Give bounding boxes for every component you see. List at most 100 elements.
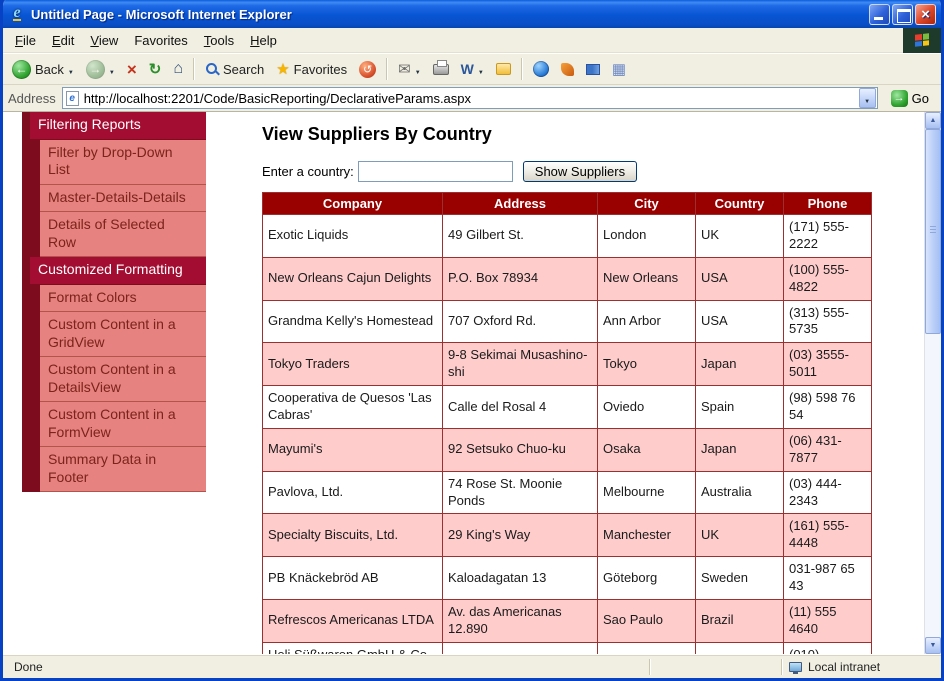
back-icon	[12, 60, 31, 79]
show-suppliers-button[interactable]: Show Suppliers	[523, 161, 637, 182]
cell-country: USA	[696, 257, 784, 300]
cell-country: Japan	[696, 343, 784, 386]
table-row: Exotic Liquids49 Gilbert St.LondonUK(171…	[263, 215, 872, 258]
links-button[interactable]	[607, 57, 631, 81]
cell-phone: (98) 598 76 54	[784, 386, 872, 429]
mail-button[interactable]	[393, 57, 426, 81]
cell-company: Exotic Liquids	[263, 215, 443, 258]
cell-city: Sao Paulo	[598, 600, 696, 643]
table-row: Specialty Biscuits, Ltd.29 King's WayMan…	[263, 514, 872, 557]
cell-country: UK	[696, 215, 784, 258]
cell-city: Manchester	[598, 514, 696, 557]
scroll-up-button[interactable]	[925, 112, 941, 129]
sidebar-item-master-details-details[interactable]: Master-Details-Details	[40, 185, 206, 213]
refresh-button[interactable]	[144, 57, 167, 81]
edit-dropdown-icon[interactable]	[478, 62, 484, 77]
home-button[interactable]	[168, 57, 188, 81]
favorites-label: Favorites	[294, 62, 347, 77]
favorites-button[interactable]: Favorites	[271, 57, 352, 81]
search-label: Search	[223, 62, 264, 77]
back-dropdown-icon[interactable]	[68, 62, 74, 77]
menu-edit[interactable]: Edit	[44, 30, 82, 51]
cell-country: Sweden	[696, 557, 784, 600]
vertical-scrollbar[interactable]	[924, 112, 941, 654]
cell-phone: (100) 555-4822	[784, 257, 872, 300]
msn-button[interactable]	[528, 58, 554, 80]
forward-button[interactable]	[81, 57, 120, 82]
sidebar-item-format-colors[interactable]: Format Colors	[40, 285, 206, 313]
menu-favorites[interactable]: Favorites	[126, 30, 195, 51]
globe-icon	[533, 61, 549, 77]
menu-help[interactable]: Help	[242, 30, 285, 51]
security-zone: Local intranet	[783, 658, 938, 676]
country-label: Enter a country:	[262, 164, 354, 179]
sidebar-section-filtering-reports[interactable]: Filtering Reports	[30, 112, 206, 140]
sidebar-item-filter-by-drop-down-list[interactable]: Filter by Drop-Down List	[40, 140, 206, 185]
print-icon	[433, 64, 449, 75]
minimize-button[interactable]	[869, 4, 890, 25]
sidebar-item-custom-content-in-a-formview[interactable]: Custom Content in a FormView	[40, 402, 206, 447]
window-title: Untitled Page - Microsoft Internet Explo…	[31, 7, 292, 22]
scrollbar-thumb[interactable]	[925, 129, 941, 334]
refresh-icon	[149, 60, 162, 78]
sidebar-item-details-of-selected-row[interactable]: Details of Selected Row	[40, 212, 206, 257]
toolbar-separator	[521, 58, 523, 80]
toolbar-separator	[193, 58, 195, 80]
cell-city: New Orleans	[598, 257, 696, 300]
page-favicon-icon	[66, 91, 79, 106]
search-button[interactable]: Search	[200, 59, 269, 80]
edit-with-word-button[interactable]: W	[456, 58, 489, 80]
messenger-button[interactable]	[581, 61, 605, 78]
cell-address: P.O. Box 78934	[443, 257, 598, 300]
cell-city: Berlin	[598, 642, 696, 654]
status-text: Done	[6, 658, 649, 676]
cell-city: Oviedo	[598, 386, 696, 429]
cell-address: 29 King's Way	[443, 514, 598, 557]
cell-company: Tokyo Traders	[263, 343, 443, 386]
cell-city: Tokyo	[598, 343, 696, 386]
mail-dropdown-icon[interactable]	[415, 62, 421, 77]
cell-phone: (03) 444-2343	[784, 471, 872, 514]
print-button[interactable]	[428, 61, 454, 78]
sidebar-item-custom-content-in-a-gridview[interactable]: Custom Content in a GridView	[40, 312, 206, 357]
cell-company: Specialty Biscuits, Ltd.	[263, 514, 443, 557]
cell-address: Av. das Americanas 12.890	[443, 600, 598, 643]
sidebar-section-customized-formatting[interactable]: Customized Formatting	[30, 257, 206, 285]
ie-logo-icon	[8, 5, 26, 23]
table-row: Pavlova, Ltd.74 Rose St. Moonie PondsMel…	[263, 471, 872, 514]
close-button[interactable]	[915, 4, 936, 25]
sidebar-item-custom-content-in-a-detailsview[interactable]: Custom Content in a DetailsView	[40, 357, 206, 402]
cell-phone: (03) 3555-5011	[784, 343, 872, 386]
go-button[interactable]: Go	[884, 88, 936, 109]
table-row: Tokyo Traders9-8 Sekimai Musashino-shiTo…	[263, 343, 872, 386]
cell-company: Grandma Kelly's Homestead	[263, 300, 443, 343]
discuss-icon	[496, 63, 511, 75]
cell-address: 707 Oxford Rd.	[443, 300, 598, 343]
forward-icon	[86, 60, 105, 79]
scroll-down-button[interactable]	[925, 637, 941, 654]
address-input[interactable]: http://localhost:2201/Code/BasicReportin…	[62, 87, 878, 109]
address-dropdown-button[interactable]	[859, 88, 876, 108]
table-row: New Orleans Cajun DelightsP.O. Box 78934…	[263, 257, 872, 300]
filter-row: Enter a country: Show Suppliers	[262, 161, 924, 182]
go-icon	[891, 90, 908, 107]
maximize-button[interactable]	[892, 4, 913, 25]
menu-file[interactable]: File	[7, 30, 44, 51]
cell-company: Heli Süßwaren GmbH & Co. KG	[263, 642, 443, 654]
cell-phone: (161) 555-4448	[784, 514, 872, 557]
back-button[interactable]: Back	[7, 57, 79, 82]
menu-tools[interactable]: Tools	[196, 30, 242, 51]
cell-phone: (010) 9984510	[784, 642, 872, 654]
discuss-button[interactable]	[491, 60, 516, 78]
cell-city: London	[598, 215, 696, 258]
research-button[interactable]	[556, 60, 579, 79]
stop-button[interactable]	[122, 58, 142, 81]
cell-city: Ann Arbor	[598, 300, 696, 343]
country-input[interactable]	[358, 161, 513, 182]
menu-bar: FileEditViewFavoritesToolsHelp	[3, 28, 941, 53]
forward-dropdown-icon[interactable]	[109, 62, 115, 77]
history-button[interactable]	[354, 58, 381, 81]
menu-view[interactable]: View	[82, 30, 126, 51]
sidebar-item-summary-data-in-footer[interactable]: Summary Data in Footer	[40, 447, 206, 492]
back-label: Back	[35, 62, 64, 77]
